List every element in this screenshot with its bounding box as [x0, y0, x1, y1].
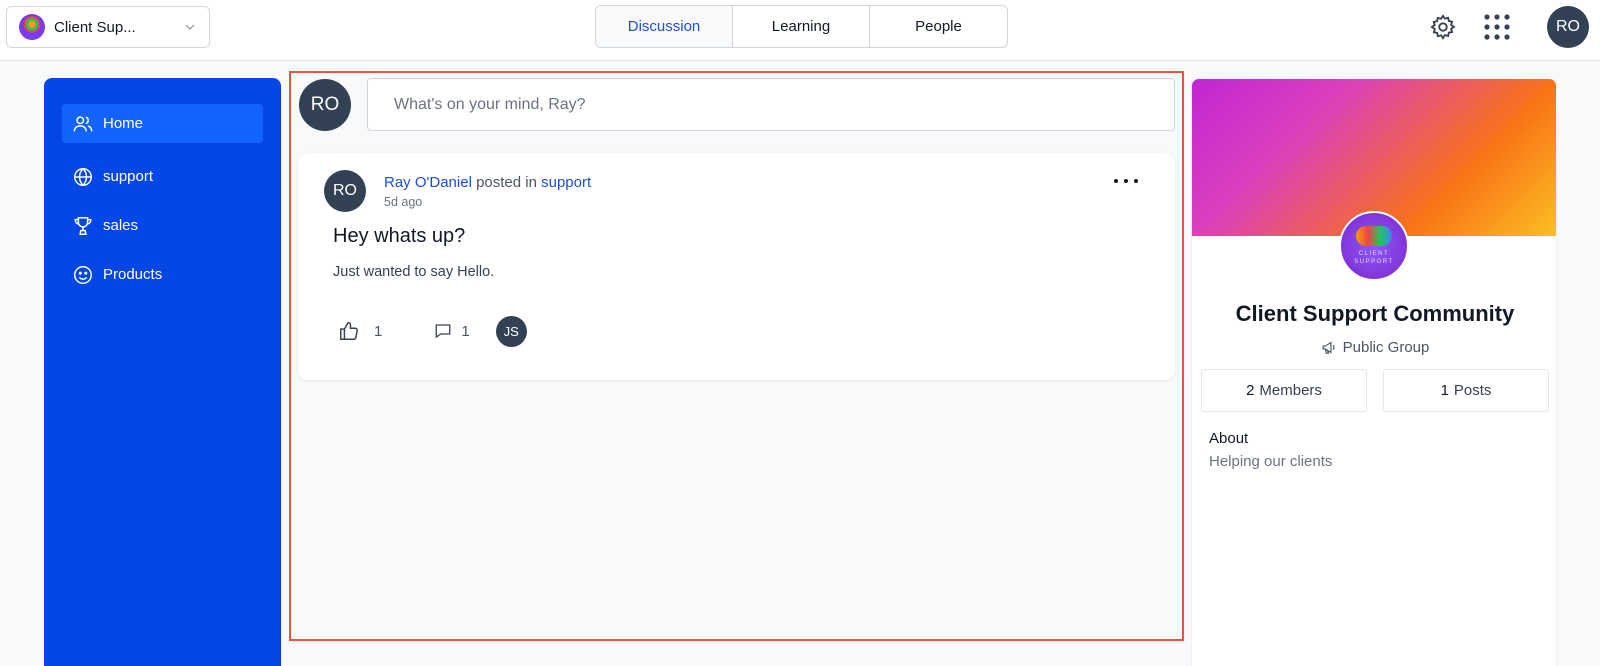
posts-count: 1: [1440, 382, 1449, 399]
top-bar: Client Sup... Discussion Learning People…: [0, 0, 1600, 61]
sidebar-item-label: support: [103, 168, 154, 185]
group-type: Public Group: [1192, 339, 1556, 356]
thumbs-up-icon: [340, 322, 358, 340]
community-logo: CLIENT SUPPORT: [1339, 211, 1409, 281]
post-actions: 1 1 JS: [338, 315, 527, 347]
main-tabs: Discussion Learning People: [595, 5, 1008, 48]
megaphone-icon: [1322, 341, 1335, 354]
more-dot-icon: [1134, 179, 1138, 183]
settings-button[interactable]: [1428, 12, 1458, 42]
post-body: Just wanted to say Hello.: [333, 264, 495, 280]
sidebar-item-label: Products: [103, 266, 163, 283]
post-more-button[interactable]: [1114, 173, 1138, 189]
sidebar-item-label: Home: [103, 115, 144, 132]
tab-learning[interactable]: Learning: [733, 6, 870, 47]
post-title: Hey whats up?: [333, 225, 466, 247]
users-icon: [73, 115, 93, 131]
members-label: Members: [1259, 382, 1322, 399]
community-name: Client Support Community: [1235, 301, 1515, 326]
logo-mark-icon: [1356, 226, 1392, 246]
posted-in-text: posted in: [471, 174, 542, 191]
group-switcher-label: Client Sup...: [54, 18, 136, 36]
posts-stat[interactable]: 1 Posts: [1383, 369, 1549, 412]
post-channel-link[interactable]: support: [541, 174, 591, 191]
group-type-label: Public Group: [1342, 339, 1430, 356]
chevron-down-icon: [185, 24, 195, 30]
smiley-icon: [74, 265, 92, 284]
apps-button[interactable]: [1482, 12, 1512, 42]
post-header: Ray O'Daniel posted in support: [384, 174, 591, 191]
sidebar: Home support sales Products: [44, 78, 281, 666]
more-dot-icon: [1114, 179, 1118, 183]
sidebar-item-home[interactable]: Home: [62, 104, 263, 143]
trophy-icon: [74, 216, 92, 235]
sidebar-item-label: sales: [103, 217, 139, 234]
logo-text-support: SUPPORT: [1354, 259, 1394, 265]
post-timestamp: 5d ago: [384, 195, 423, 209]
members-count: 2: [1246, 382, 1255, 399]
comment-count: 1: [461, 322, 470, 340]
like-count: 1: [374, 322, 383, 340]
post-author-avatar[interactable]: RO: [324, 170, 366, 212]
gear-icon: [1430, 14, 1456, 40]
post-composer-input[interactable]: [367, 78, 1175, 131]
logo-text-client: CLIENT: [1358, 251, 1390, 257]
post-card: RO Ray O'Daniel posted in support 5d ago…: [298, 153, 1175, 380]
group-logo-icon: [19, 14, 45, 40]
tab-people[interactable]: People: [870, 6, 1007, 47]
composer-avatar: RO: [299, 79, 351, 131]
sidebar-item-products[interactable]: Products: [62, 255, 263, 294]
comment-button[interactable]: 1: [434, 322, 470, 340]
comment-icon: [435, 324, 451, 339]
more-dot-icon: [1124, 179, 1128, 183]
like-button[interactable]: 1: [338, 320, 382, 342]
post-author-link[interactable]: Ray O'Daniel: [384, 174, 472, 191]
tab-discussion[interactable]: Discussion: [596, 6, 733, 47]
members-stat[interactable]: 2 Members: [1201, 369, 1367, 412]
sidebar-item-sales[interactable]: sales: [62, 206, 263, 245]
globe-icon: [74, 167, 92, 186]
group-switcher[interactable]: Client Sup...: [6, 6, 210, 48]
grid-dots-icon: [1484, 14, 1510, 40]
commenter-avatar[interactable]: JS: [495, 315, 527, 347]
sidebar-item-support[interactable]: support: [62, 157, 263, 196]
about-heading: About: [1209, 430, 1249, 447]
about-text: Helping our clients: [1209, 453, 1333, 470]
posts-label: Posts: [1453, 382, 1492, 399]
user-avatar[interactable]: RO: [1547, 6, 1589, 48]
community-panel: CLIENT SUPPORT Client Support Community …: [1191, 78, 1557, 666]
